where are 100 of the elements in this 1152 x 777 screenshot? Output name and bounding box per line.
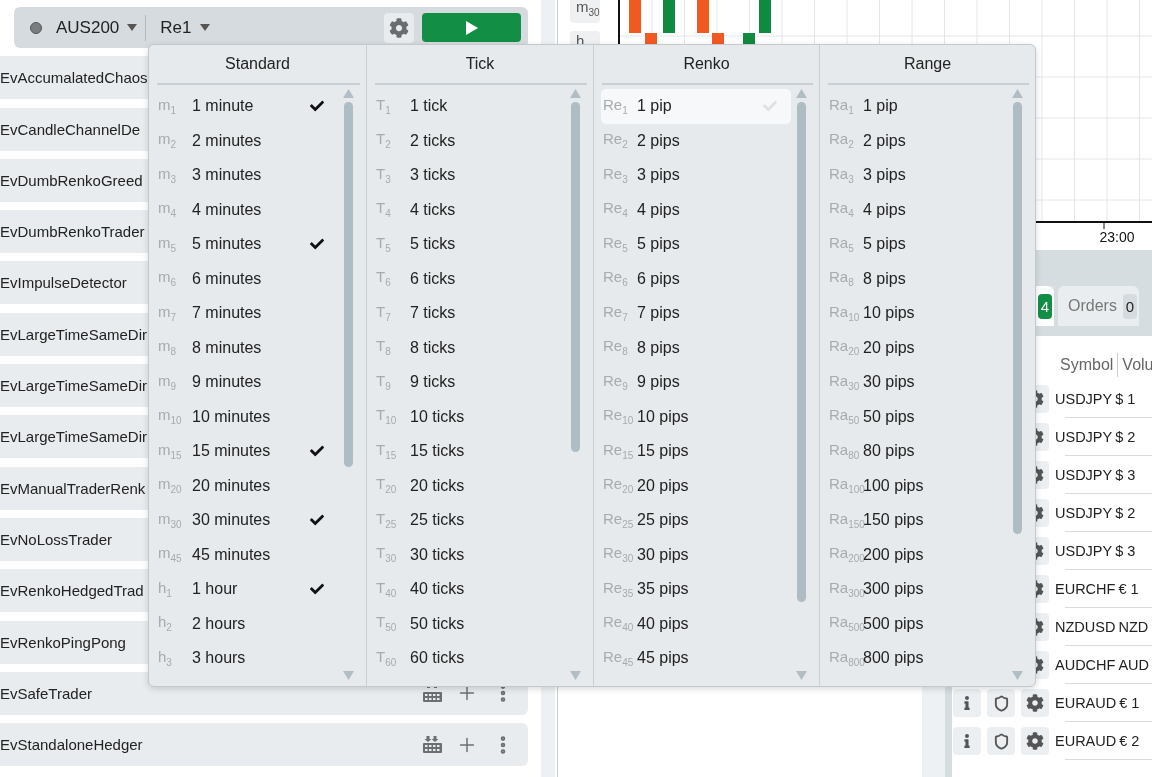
info-button[interactable] [953, 689, 981, 717]
strategy-name: EvManualTraderRenk [0, 479, 146, 497]
menu-item[interactable]: Ra$_{1}$ 1 pip [827, 89, 1007, 124]
menu-item[interactable]: Ra$_{800}$800 pips [827, 641, 1007, 676]
menu-item[interactable]: Ra$_{5}$ 5 pips [827, 227, 1007, 262]
menu-item[interactable]: Re$_{8}$ 8 pips [601, 330, 791, 365]
menu-item[interactable]: T$_{30}$ 30 ticks [374, 537, 565, 572]
scrollbar-thumb[interactable] [343, 102, 353, 467]
menu-item[interactable]: m$_{45}$ 45 minutes [156, 537, 338, 572]
menu-item[interactable]: T$_{1}$ 1 tick [374, 89, 565, 124]
menu-item[interactable]: m$_{3}$ 3 minutes [156, 158, 338, 193]
menu-item[interactable]: Ra$_{200}$200 pips [827, 537, 1007, 572]
menu-item[interactable]: Re$_{15}$ 15 pips [601, 434, 791, 469]
keyboard-icon[interactable] [423, 736, 442, 754]
menu-item[interactable]: Re$_{35}$ 35 pips [601, 572, 791, 607]
menu-item[interactable]: Ra$_{30}$ 30 pips [827, 365, 1007, 400]
menu-item[interactable]: m$_{8}$ 8 minutes [156, 330, 338, 365]
menu-item[interactable]: Ra$_{300}$300 pips [827, 572, 1007, 607]
menu-item[interactable]: m$_{4}$ 4 minutes [156, 192, 338, 227]
menu-item[interactable]: T$_{15}$ 15 ticks [374, 434, 565, 469]
menu-item[interactable]: Re$_{1}$ 1 pip [601, 89, 791, 124]
timeframe-code: m$_{2}$ [158, 131, 178, 151]
scroll-up-icon[interactable] [795, 89, 807, 98]
table-cell: USDJPY [1055, 467, 1113, 483]
menu-item[interactable]: T$_{8}$ 8 ticks [374, 330, 565, 365]
settings-button[interactable] [384, 12, 414, 43]
menu-item[interactable]: Re$_{30}$ 30 pips [601, 537, 791, 572]
menu-item[interactable]: m$_{6}$ 6 minutes [156, 261, 338, 296]
column-header[interactable]: Symbol [1060, 356, 1118, 374]
menu-item[interactable]: h$_{2}$ 2 hours [156, 606, 338, 641]
info-button[interactable] [953, 727, 981, 755]
panel-tab[interactable]: Orders 0 [1058, 286, 1139, 326]
menu-item[interactable]: Re$_{2}$ 2 pips [601, 123, 791, 158]
menu-item[interactable]: Re$_{4}$ 4 pips [601, 192, 791, 227]
menu-item[interactable]: m$_{9}$ 9 minutes [156, 365, 338, 400]
menu-item[interactable]: T$_{40}$ 40 ticks [374, 572, 565, 607]
menu-item[interactable]: m$_{2}$ 2 minutes [156, 123, 338, 158]
menu-item[interactable]: Re$_{20}$ 20 pips [601, 468, 791, 503]
symbol-dropdown[interactable]: AUS200 [48, 17, 146, 38]
scroll-up-icon[interactable] [569, 89, 581, 98]
strategy-row[interactable]: EvStandaloneHedger [0, 723, 528, 767]
menu-item[interactable]: Ra$_{100}$100 pips [827, 468, 1007, 503]
table-cell: USDJPY [1055, 505, 1113, 521]
menu-item[interactable]: T$_{4}$ 4 ticks [374, 192, 565, 227]
scroll-down-icon[interactable] [1011, 671, 1023, 680]
shield-button[interactable] [987, 727, 1015, 755]
timeframe-code: h$_{2}$ [158, 614, 173, 634]
item-label: 4 ticks [410, 200, 457, 219]
scroll-down-icon[interactable] [569, 671, 581, 680]
scroll-down-icon[interactable] [342, 671, 354, 680]
menu-item[interactable]: T$_{5}$ 5 ticks [374, 227, 565, 262]
menu-item[interactable]: h$_{1}$ 1 hour [156, 572, 338, 607]
menu-item[interactable]: m$_{30}$ 30 minutes [156, 503, 338, 538]
scroll-up-icon[interactable] [342, 89, 354, 98]
menu-item[interactable]: T$_{2}$ 2 ticks [374, 123, 565, 158]
scroll-up-icon[interactable] [1011, 89, 1023, 98]
menu-item[interactable]: Ra$_{4}$ 4 pips [827, 192, 1007, 227]
chart-type-dropdown[interactable]: Re1 [152, 17, 218, 38]
menu-item[interactable]: T$_{6}$ 6 ticks [374, 261, 565, 296]
menu-item[interactable]: T$_{25}$ 25 ticks [374, 503, 565, 538]
menu-item[interactable]: Ra$_{3}$ 3 pips [827, 158, 1007, 193]
settings-button[interactable] [1021, 689, 1049, 717]
shield-button[interactable] [987, 689, 1015, 717]
menu-item[interactable]: T$_{7}$ 7 ticks [374, 296, 565, 331]
scrollbar-thumb[interactable] [796, 102, 806, 602]
menu-item[interactable]: Ra$_{2}$ 2 pips [827, 123, 1007, 158]
menu-item[interactable]: Ra$_{80}$ 80 pips [827, 434, 1007, 469]
menu-item[interactable]: T$_{50}$ 50 ticks [374, 606, 565, 641]
timeframe-code: Ra$_{3}$ [829, 165, 855, 185]
play-button[interactable] [422, 13, 521, 42]
menu-item[interactable]: Re$_{5}$ 5 pips [601, 227, 791, 262]
menu-item[interactable]: T$_{20}$ 20 ticks [374, 468, 565, 503]
menu-item[interactable]: Re$_{10}$ 10 pips [601, 399, 791, 434]
menu-item[interactable]: Ra$_{50}$ 50 pips [827, 399, 1007, 434]
menu-item[interactable]: Ra$_{10}$ 10 pips [827, 296, 1007, 331]
menu-item[interactable]: Ra$_{150}$150 pips [827, 503, 1007, 538]
menu-item[interactable]: m$_{1}$ 1 minute [156, 89, 338, 124]
item-label: 2 pips [637, 131, 681, 150]
menu-item[interactable]: T$_{10}$ 10 ticks [374, 399, 565, 434]
menu-item[interactable]: Re$_{45}$ 45 pips [601, 641, 791, 676]
menu-item[interactable]: Ra$_{500}$500 pips [827, 606, 1007, 641]
timeframe-button[interactable]: m$_{30}$ [570, 0, 600, 23]
menu-item[interactable]: T$_{3}$ 3 ticks [374, 158, 565, 193]
timeframe-code: T$_{7}$ [376, 303, 392, 323]
menu-item[interactable]: Re$_{3}$ 3 pips [601, 158, 791, 193]
menu-item[interactable]: Re$_{6}$ 6 pips [601, 261, 791, 296]
menu-item[interactable]: Re$_{25}$ 25 pips [601, 503, 791, 538]
menu-item[interactable]: Re$_{40}$ 40 pips [601, 606, 791, 641]
menu-item[interactable]: m$_{15}$ 15 minutes [156, 434, 338, 469]
scroll-down-icon[interactable] [795, 671, 807, 680]
column-header[interactable]: Volu [1122, 356, 1152, 374]
scrollbar-thumb[interactable] [570, 102, 580, 452]
menu-item[interactable]: m$_{5}$ 5 minutes [156, 227, 338, 262]
menu-item[interactable]: Ra$_{20}$ 20 pips [827, 330, 1007, 365]
settings-button[interactable] [1021, 727, 1049, 755]
menu-item[interactable]: m$_{10}$ 10 minutes [156, 399, 338, 434]
menu-item[interactable]: Ra$_{8}$ 8 pips [827, 261, 1007, 296]
menu-item[interactable]: Re$_{7}$ 7 pips [601, 296, 791, 331]
menu-item[interactable]: m$_{20}$ 20 minutes [156, 468, 338, 503]
scrollbar-thumb[interactable] [1012, 102, 1022, 534]
